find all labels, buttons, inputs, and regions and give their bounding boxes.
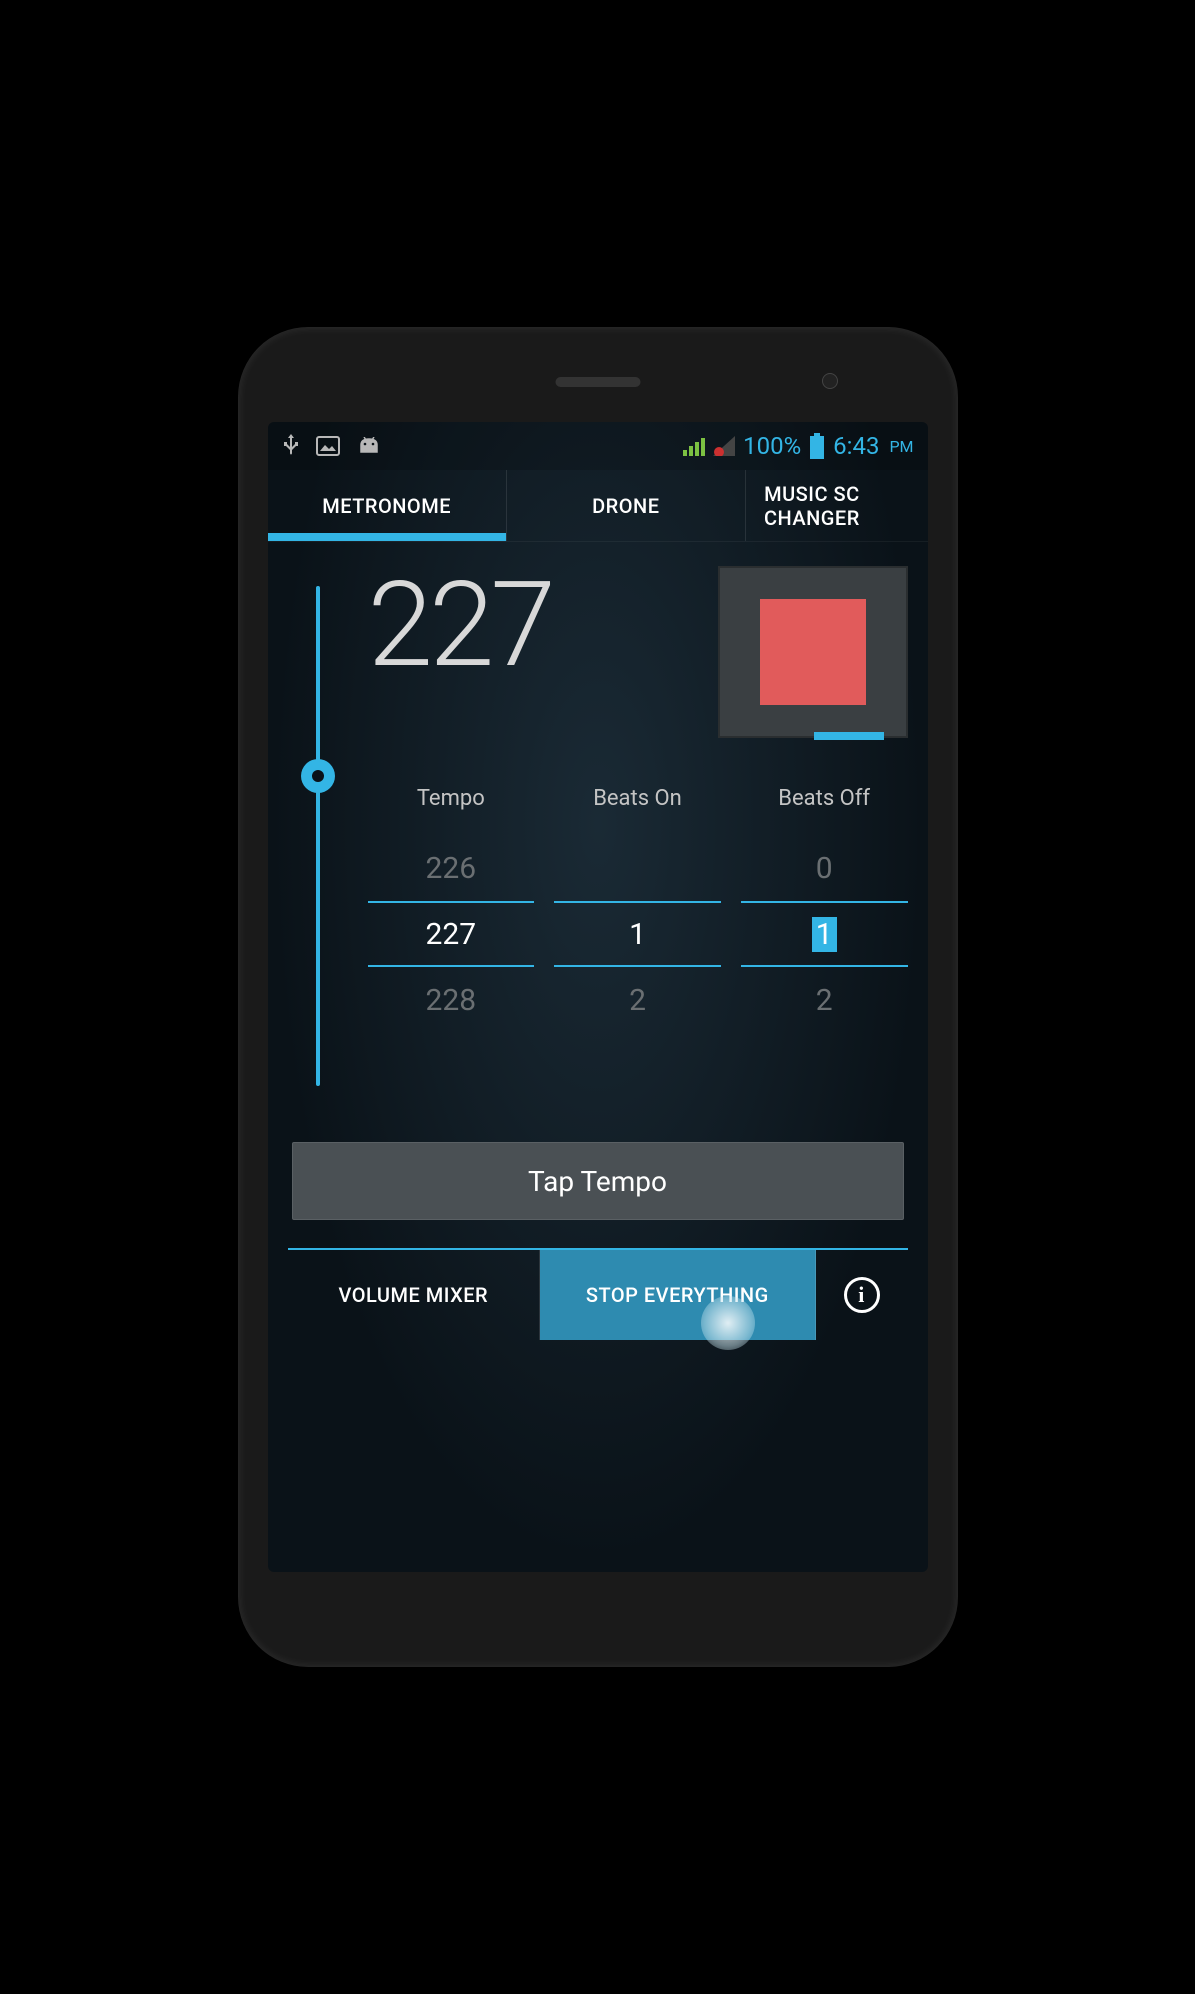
tab-metronome[interactable]: METRONOME	[268, 470, 507, 541]
picker-current[interactable]: 227	[368, 901, 535, 967]
image-icon	[316, 436, 340, 456]
stop-everything-button[interactable]: STOP EVERYTHING	[540, 1250, 815, 1340]
status-left	[282, 434, 382, 458]
tab-drone[interactable]: DRONE	[507, 470, 746, 541]
info-button[interactable]: i	[816, 1250, 908, 1340]
tempo-slider-col	[288, 566, 348, 1106]
picker-current[interactable]: 1	[741, 901, 908, 967]
tempo-slider-thumb[interactable]	[301, 759, 335, 793]
status-bar: 100% 6:43 PM	[268, 422, 928, 470]
tap-tempo-label: Tap Tempo	[528, 1165, 667, 1198]
bottom-bar: VOLUME MIXER STOP EVERYTHING i	[288, 1248, 908, 1340]
picker-next[interactable]: 2	[741, 967, 908, 1033]
bpm-display: 227	[368, 566, 694, 684]
android-icon	[356, 437, 382, 455]
battery-icon	[809, 433, 825, 459]
tempo-slider[interactable]	[316, 586, 320, 1086]
screen: 100% 6:43 PM METRONOME DRONE MUSIC SC CH…	[268, 422, 928, 1572]
picker-beats-on[interactable]: Beats On 1 2	[554, 786, 721, 1033]
top-row: 227 Tempo 226 227 228	[288, 566, 908, 1106]
main-content: 227 Tempo 226 227 228	[268, 542, 928, 1572]
picker-label: Beats Off	[778, 786, 870, 811]
touch-indicator	[701, 1296, 755, 1350]
pickers: Tempo 226 227 228 Beats On 1 2 Beat	[368, 786, 908, 1033]
battery-percent: 100%	[743, 432, 801, 460]
picker-label: Tempo	[417, 786, 485, 811]
signal-icon-1	[683, 436, 705, 456]
phone-frame: 100% 6:43 PM METRONOME DRONE MUSIC SC CH…	[238, 327, 958, 1667]
tabs: METRONOME DRONE MUSIC SC CHANGER	[268, 470, 928, 542]
picker-label: Beats On	[593, 786, 682, 811]
clock-ampm: PM	[889, 437, 913, 456]
tab-label: DRONE	[592, 494, 659, 518]
picker-prev[interactable]: 226	[368, 835, 535, 901]
tab-label: MUSIC SC CHANGER	[764, 482, 860, 530]
picker-next[interactable]: 228	[368, 967, 535, 1033]
right-col: 227 Tempo 226 227 228	[368, 566, 908, 1106]
front-camera	[822, 373, 838, 389]
status-right: 100% 6:43 PM	[683, 432, 913, 460]
volume-mixer-label: VOLUME MIXER	[338, 1283, 488, 1307]
bpm-row: 227	[368, 566, 908, 756]
beat-indicator[interactable]	[718, 566, 908, 738]
picker-current[interactable]: 1	[554, 901, 721, 967]
picker-prev[interactable]: 0	[741, 835, 908, 901]
volume-mixer-button[interactable]: VOLUME MIXER	[288, 1250, 541, 1340]
clock-time: 6:43	[833, 432, 879, 460]
picker-next[interactable]: 2	[554, 967, 721, 1033]
earpiece	[555, 377, 640, 387]
picker-beats-off[interactable]: Beats Off 0 1 2	[741, 786, 908, 1033]
usb-icon	[282, 434, 300, 458]
tab-music-changer[interactable]: MUSIC SC CHANGER	[746, 470, 928, 541]
beat-indicator-underline	[814, 732, 884, 740]
signal-icon-2	[713, 436, 735, 456]
tab-label: METRONOME	[322, 494, 451, 518]
tap-tempo-button[interactable]: Tap Tempo	[292, 1142, 904, 1220]
picker-prev[interactable]	[554, 835, 721, 901]
picker-tempo[interactable]: Tempo 226 227 228	[368, 786, 535, 1033]
beat-indicator-square	[760, 599, 866, 705]
info-icon: i	[844, 1277, 880, 1313]
